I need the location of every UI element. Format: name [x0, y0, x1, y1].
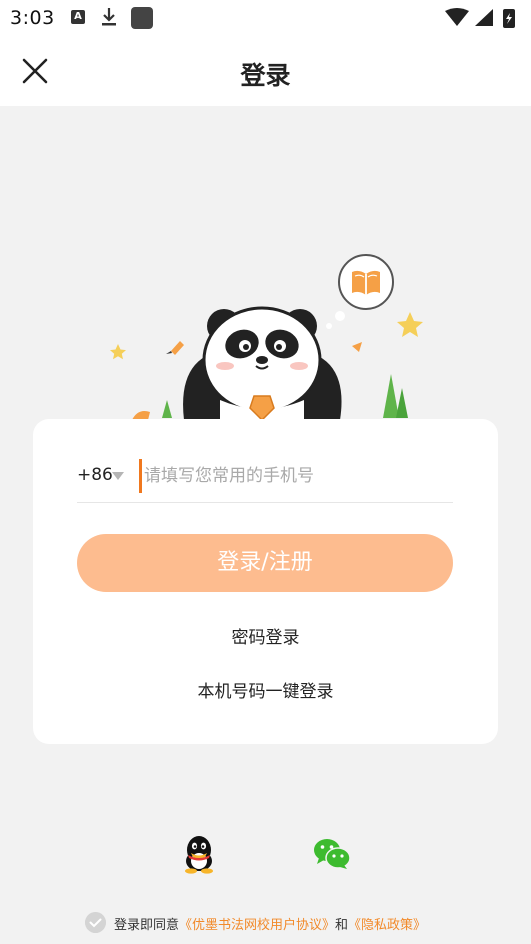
checkbox-icon[interactable]: [85, 912, 106, 933]
login-register-button[interactable]: 登录/注册: [77, 534, 453, 592]
one-key-login-link[interactable]: 本机号码一键登录: [33, 677, 498, 702]
agreement-row: 登录即同意《优墨书法网校用户协议》和《隐私政策》: [85, 912, 465, 934]
agreement-prefix: 登录即同意: [114, 918, 180, 933]
password-login-link[interactable]: 密码登录: [33, 623, 498, 648]
login-card: +86 登录/注册 密码登录 本机号码一键登录: [33, 419, 498, 744]
wechat-icon[interactable]: [313, 838, 351, 870]
status-time: 3:03: [10, 7, 55, 29]
download-icon: [102, 8, 116, 26]
text-icon: A: [71, 10, 85, 24]
chevron-down-icon[interactable]: [112, 472, 124, 480]
app-notification-icon: [131, 7, 153, 29]
input-underline: [77, 502, 453, 503]
privacy-policy-link[interactable]: 《隐私政策》: [348, 918, 426, 933]
nav-bar: 登录: [0, 36, 531, 106]
signal-battery-icons: [445, 8, 515, 28]
page-title: 登录: [240, 61, 291, 90]
phone-number-input[interactable]: [139, 459, 453, 493]
agreement-and: 和: [335, 918, 349, 933]
panda-mascot-illustration: [110, 254, 423, 420]
country-code-selector[interactable]: +86: [77, 465, 113, 485]
qq-icon[interactable]: [180, 834, 218, 874]
agreement-text: 登录即同意《优墨书法网校用户协议》和《隐私政策》: [114, 914, 426, 933]
user-agreement-link[interactable]: 《优墨书法网校用户协议》: [179, 918, 335, 933]
status-bar: 3:03 A: [0, 0, 531, 36]
